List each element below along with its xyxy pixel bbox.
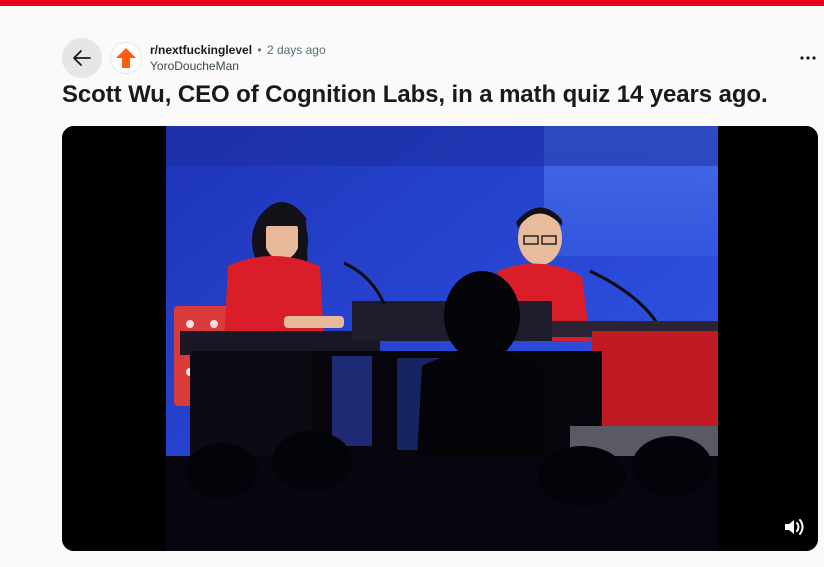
meta-separator: • [257, 43, 262, 57]
subreddit-avatar[interactable] [110, 42, 142, 74]
video-frame [62, 126, 818, 551]
ellipsis-icon [800, 56, 816, 60]
post-timestamp: 2 days ago [266, 43, 326, 57]
subreddit-name[interactable]: r/nextfuckinglevel [150, 43, 252, 57]
more-options-button[interactable] [798, 48, 818, 68]
volume-button[interactable] [782, 515, 806, 539]
post-title[interactable]: Scott Wu, CEO of Cognition Labs, in a ma… [62, 81, 768, 109]
arrow-left-icon [73, 50, 91, 66]
volume-icon [785, 519, 804, 535]
top-accent-bar [0, 0, 824, 6]
post-meta: r/nextfuckinglevel • 2 days ago YoroDouc… [150, 43, 326, 74]
back-button[interactable] [62, 38, 102, 78]
video-player[interactable] [62, 126, 818, 551]
upvote-arrow-icon [116, 48, 136, 68]
post-author[interactable]: YoroDoucheMan [150, 59, 326, 74]
